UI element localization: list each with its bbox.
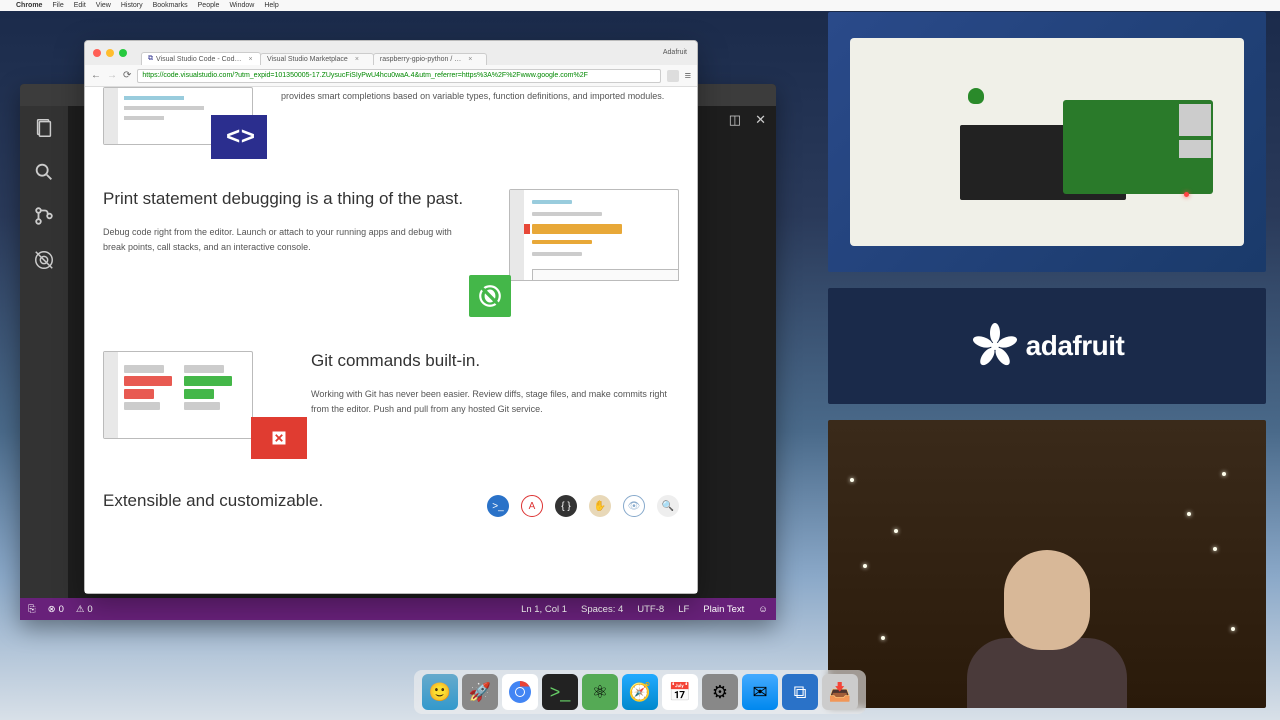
bug-icon (469, 275, 511, 317)
status-warnings[interactable]: ⚠ 0 (76, 604, 93, 615)
explorer-icon[interactable] (32, 116, 56, 140)
minimize-window-icon[interactable] (106, 49, 114, 57)
debug-body: Debug code right from the editor. Launch… (103, 225, 471, 256)
menu-bookmarks[interactable]: Bookmarks (153, 2, 188, 9)
back-button[interactable]: ← (91, 70, 101, 81)
chrome-profile[interactable]: Adafruit (663, 49, 687, 56)
dock-launchpad[interactable]: 🚀 (462, 674, 498, 710)
debug-heading: Print statement debugging is a thing of … (103, 189, 471, 209)
remote-icon[interactable]: ⎘ (28, 604, 36, 615)
eye-ext-icon: 👁 (623, 495, 645, 517)
angular-icon: A (521, 495, 543, 517)
dock-atom[interactable]: ⚛ (582, 674, 618, 710)
git-icon[interactable] (32, 204, 56, 228)
menu-help[interactable]: Help (264, 2, 278, 9)
status-language[interactable]: Plain Text (703, 604, 744, 615)
chrome-window: Adafruit ⧉Visual Studio Code - Cod…× Vis… (84, 40, 698, 594)
url-bar[interactable]: https://code.visualstudio.com/?utm_expid… (137, 69, 660, 83)
feedback-icon[interactable]: ☺ (758, 604, 768, 615)
led-icon (968, 88, 984, 104)
code-icon: < > (211, 115, 267, 159)
dock-finder[interactable]: 🙂 (422, 674, 458, 710)
close-tab-icon[interactable]: × (248, 56, 252, 63)
search-ext-icon: 🔍 (657, 495, 679, 517)
hand-ext-icon: ✋ (589, 495, 611, 517)
maximize-window-icon[interactable] (119, 49, 127, 57)
menu-window[interactable]: Window (229, 2, 254, 9)
macos-menubar: Chrome File Edit View History Bookmarks … (0, 0, 1280, 11)
adafruit-logo-panel: adafruit (828, 288, 1266, 404)
dock-calendar[interactable]: 📅 (662, 674, 698, 710)
adafruit-flower-icon (970, 321, 1020, 371)
menu-history[interactable]: History (121, 2, 143, 9)
presenter-camera-feed (828, 420, 1266, 708)
menu-file[interactable]: File (52, 2, 63, 9)
dock-settings[interactable]: ⚙ (702, 674, 738, 710)
git-illustration (103, 351, 283, 439)
tab-rpi-gpio[interactable]: raspberry-gpio-python / …× (373, 53, 487, 65)
debug-icon[interactable] (32, 248, 56, 272)
git-body: Working with Git has never been easier. … (311, 387, 679, 418)
powershell-icon: >_ (487, 495, 509, 517)
chrome-menu-icon[interactable]: ≡ (685, 70, 691, 82)
menu-app[interactable]: Chrome (16, 2, 42, 9)
hardware-camera-feed (828, 12, 1266, 272)
page-body[interactable]: < > provides smart completions based on … (85, 87, 697, 593)
adafruit-wordmark: adafruit (1026, 330, 1125, 362)
split-editor-icon[interactable]: ◫ (729, 112, 741, 128)
dock-safari[interactable]: 🧭 (622, 674, 658, 710)
vscode-activity-bar (20, 106, 68, 598)
search-icon[interactable] (32, 160, 56, 184)
macos-dock: 🙂 🚀 >_ ⚛ 🧭 📅 ⚙ ✉ ⧉ 📥 (414, 670, 866, 714)
menu-edit[interactable]: Edit (74, 2, 86, 9)
dark-ext-icon: { } (555, 495, 577, 517)
chrome-toolbar: ← → ⟳ https://code.visualstudio.com/?utm… (85, 65, 697, 87)
extensions-heading: Extensible and customizable. (103, 491, 459, 511)
dock-chrome[interactable] (502, 674, 538, 710)
status-eol[interactable]: LF (678, 604, 689, 615)
intellisense-illustration: < > (103, 87, 253, 145)
window-controls (93, 49, 127, 57)
menu-people[interactable]: People (198, 2, 220, 9)
dock-downloads[interactable]: 📥 (822, 674, 858, 710)
debug-illustration (499, 189, 679, 299)
dock-terminal[interactable]: >_ (542, 674, 578, 710)
git-heading: Git commands built-in. (311, 351, 679, 371)
forward-button[interactable]: → (107, 70, 117, 81)
status-spaces[interactable]: Spaces: 4 (581, 604, 623, 615)
raspberry-pi-icon (1063, 100, 1213, 194)
extension-icons-row: >_ A { } ✋ 👁 🔍 (487, 491, 679, 527)
right-sidebar: adafruit (828, 12, 1266, 708)
vscode-statusbar: ⎘ ⊗ 0 ⚠ 0 Ln 1, Col 1 Spaces: 4 UTF-8 LF… (20, 598, 776, 620)
tab-vscode[interactable]: ⧉Visual Studio Code - Cod…× (141, 52, 261, 65)
close-editor-icon[interactable]: ✕ (755, 112, 766, 128)
dock-mail[interactable]: ✉ (742, 674, 778, 710)
status-cursor[interactable]: Ln 1, Col 1 (521, 604, 567, 615)
status-encoding[interactable]: UTF-8 (637, 604, 664, 615)
git-logo-icon (251, 417, 307, 459)
status-errors[interactable]: ⊗ 0 (48, 604, 64, 615)
chrome-tabs: ⧉Visual Studio Code - Cod…× Visual Studi… (85, 47, 697, 65)
reload-button[interactable]: ⟳ (123, 70, 131, 81)
tab-marketplace[interactable]: Visual Studio Marketplace× (260, 53, 374, 65)
menu-view[interactable]: View (96, 2, 111, 9)
close-window-icon[interactable] (93, 49, 101, 57)
dock-vscode[interactable]: ⧉ (782, 674, 818, 710)
extension-icon[interactable] (667, 70, 679, 82)
intellisense-body: provides smart completions based on vari… (281, 87, 679, 104)
